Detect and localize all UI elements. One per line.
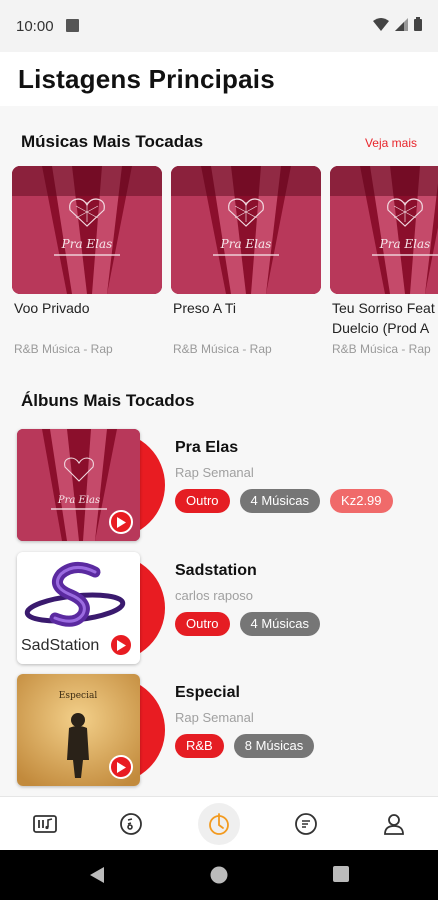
songs-carousel[interactable]: Pra Elas Voo Privado R&B Música - Rap Pr… (12, 166, 438, 366)
albums-section-header: Álbuns Mais Tocados (0, 387, 438, 417)
profile-icon (384, 814, 404, 835)
play-icon (117, 516, 126, 528)
music-library-icon (33, 815, 57, 833)
play-button[interactable] (109, 633, 133, 657)
tracks-chip: 4 Músicas (239, 612, 321, 636)
album-artist: Rap Semanal (175, 465, 254, 480)
album-chips: R&B 8 Músicas (175, 734, 315, 758)
notification-icon (66, 19, 79, 32)
song-title[interactable]: Preso A Ti (173, 298, 323, 318)
back-icon[interactable] (88, 865, 106, 885)
genre-chip: R&B (175, 734, 224, 758)
album-title[interactable]: Sadstation (175, 562, 257, 580)
see-more-link[interactable]: Veja mais (365, 136, 417, 150)
album-cover-text: SadStation (21, 637, 99, 654)
album-title[interactable]: Especial (175, 684, 240, 702)
play-icon (117, 639, 126, 651)
song-cover-art: Pra Elas (171, 166, 321, 294)
recents-icon[interactable] (332, 865, 350, 883)
albums-section-title: Álbuns Mais Tocados (21, 391, 195, 410)
album-row[interactable]: Especial Especial Rap Semanal R&B 8 Músi… (17, 674, 438, 786)
vinyl-record-icon (120, 813, 142, 835)
home-icon[interactable] (209, 865, 229, 885)
song-cover-text: Pra Elas (220, 237, 272, 251)
song-card[interactable]: Pra Elas Preso A Ti R&B Música - Rap (171, 166, 321, 366)
play-icon (117, 761, 126, 773)
wifi-icon (373, 17, 389, 31)
tracks-chip: 4 Músicas (239, 489, 321, 513)
album-title[interactable]: Pra Elas (175, 439, 238, 457)
song-cover-art: Pra Elas (12, 166, 162, 294)
status-icons (373, 17, 422, 31)
song-card[interactable]: Pra Elas Teu Sorriso Feat Duelcio (Prod … (330, 166, 438, 366)
songs-section-header: Músicas Mais Tocadas Veja mais (0, 128, 438, 158)
nav-albums[interactable] (117, 810, 145, 838)
song-cover-text: Pra Elas (61, 237, 113, 251)
price-chip[interactable]: Kz2.99 (330, 489, 393, 513)
song-title[interactable]: Voo Privado (14, 298, 164, 318)
album-chips: Outro 4 Músicas Kz2.99 (175, 489, 393, 513)
album-chips: Outro 4 Músicas (175, 612, 321, 636)
play-button[interactable] (109, 510, 133, 534)
nav-profile[interactable] (380, 810, 408, 838)
signal-icon (395, 17, 408, 31)
song-subtitle: R&B Música - Rap (173, 342, 272, 356)
genre-chip: Outro (175, 489, 230, 513)
play-button[interactable] (109, 755, 133, 779)
album-cover-wrap: Especial (17, 674, 165, 786)
nav-playlists[interactable] (292, 810, 320, 838)
song-subtitle: R&B Música - Rap (332, 342, 431, 356)
playlist-icon (295, 813, 317, 835)
genre-chip: Outro (175, 612, 230, 636)
song-subtitle: R&B Música - Rap (14, 342, 113, 356)
songs-section-title: Músicas Mais Tocadas (21, 132, 204, 151)
song-cover-art: Pra Elas (330, 166, 438, 294)
album-artist: Rap Semanal (175, 710, 254, 725)
tracks-chip: 8 Músicas (233, 734, 315, 758)
status-time: 10:00 (16, 18, 54, 35)
page-title: Listagens Principais (18, 64, 275, 94)
album-cover-text: Especial (59, 691, 98, 701)
album-cover-text: Pra Elas (57, 495, 100, 506)
song-title[interactable]: Teu Sorriso Feat Duelcio (Prod A (332, 298, 438, 338)
main-content[interactable]: Músicas Mais Tocadas Veja mais Pra Elas (0, 106, 438, 796)
album-row[interactable]: SadStation Sadstation carlos raposo Outr… (17, 552, 438, 664)
battery-icon (414, 17, 422, 31)
trending-icon (209, 813, 229, 835)
album-artist: carlos raposo (175, 588, 254, 603)
album-row[interactable]: Pra Elas Pra Elas Rap Semanal Outro 4 Mú… (17, 429, 438, 541)
album-cover-wrap: Pra Elas (17, 429, 165, 541)
system-nav-bar (0, 850, 438, 900)
nav-music-library[interactable] (31, 810, 59, 838)
nav-trending[interactable] (205, 810, 233, 838)
bottom-nav (0, 796, 438, 850)
status-bar: 10:00 (0, 0, 438, 52)
album-cover-wrap: SadStation (17, 552, 165, 664)
app-header: Listagens Principais (0, 52, 438, 106)
song-cover-text: Pra Elas (379, 237, 431, 251)
song-card[interactable]: Pra Elas Voo Privado R&B Música - Rap (12, 166, 162, 366)
